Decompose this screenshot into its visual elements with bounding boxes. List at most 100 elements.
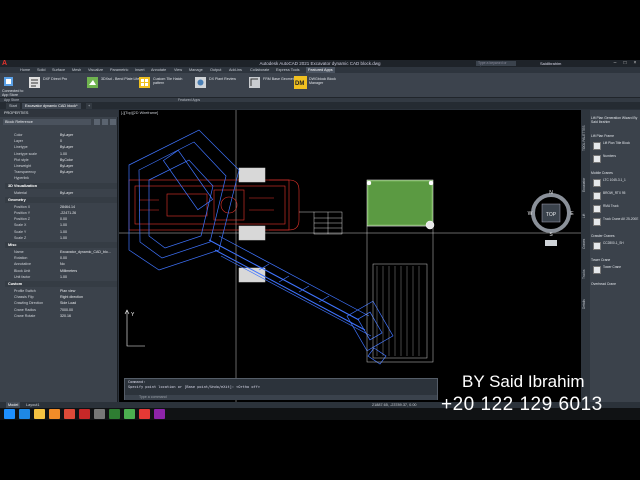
property-value[interactable]: Right direction: [60, 294, 116, 300]
section-3d-visualization[interactable]: 3D Visualization: [5, 182, 117, 189]
excel-icon[interactable]: [109, 409, 120, 419]
property-row-general[interactable]: Layer 0: [5, 138, 117, 144]
grid-app-icon[interactable]: [94, 409, 105, 419]
palette-tool-item[interactable]: CC2800-1_SH: [593, 241, 639, 251]
palette-tab-lift[interactable]: Lift: [582, 206, 589, 226]
viewcube[interactable]: TOP N S E W: [528, 190, 575, 246]
dxf-direct-button[interactable]: DXF Direct Pro: [28, 75, 88, 93]
property-value[interactable]: 1.00: [60, 235, 116, 241]
property-value[interactable]: 1.00: [60, 274, 116, 280]
property-row-custom[interactable]: Crane Rotate 320.16: [5, 313, 117, 319]
property-value[interactable]: 7000.00: [60, 307, 116, 313]
select-objects-icon[interactable]: [102, 119, 108, 125]
property-row-general[interactable]: Hyperlink: [5, 175, 117, 181]
property-row-misc[interactable]: Unit factor 1.00: [5, 274, 117, 280]
bend-plate-button[interactable]: 3DXsd - Bend Plate Lite: [86, 75, 139, 93]
property-row-general[interactable]: Plot style ByColor: [5, 157, 117, 163]
selection-dropdown[interactable]: Block Reference: [3, 119, 91, 125]
property-row-general[interactable]: Transparency ByLayer: [5, 169, 117, 175]
property-row-misc[interactable]: Annotative No: [5, 261, 117, 267]
property-value[interactable]: Excavator_dynamic_CAD_blo...: [60, 249, 116, 255]
property-row-custom[interactable]: Crane Radius 7000.00: [5, 307, 117, 313]
user-account[interactable]: SaidIbrahim: [540, 60, 561, 67]
palette-tool-item[interactable]: Numbers: [593, 154, 639, 164]
frm-base-button[interactable]: FRM Base Geometry: [248, 75, 297, 93]
property-value[interactable]: Millimeters: [60, 268, 116, 274]
palette-tool-item[interactable]: Tower Crane: [593, 265, 639, 275]
property-row-general[interactable]: Color ByLayer: [5, 132, 117, 138]
property-row-custom[interactable]: Profile Switch Plan view: [5, 288, 117, 294]
palette-tab-trucks[interactable]: Trucks: [582, 262, 589, 286]
palette-tab-cranes[interactable]: Cranes: [582, 232, 589, 256]
explorer-icon[interactable]: [34, 409, 45, 419]
property-row-geometry[interactable]: Scale Y 1.00: [5, 229, 117, 235]
palette-tab-details[interactable]: Details: [582, 292, 589, 316]
property-value[interactable]: ByLayer: [60, 190, 116, 196]
viewport-controls[interactable]: [-][Top][2D Wireframe]: [121, 111, 158, 115]
property-row-general[interactable]: Linetype scale 1.00: [5, 151, 117, 157]
block-manager-button[interactable]: DM DWGblock Block Manager: [294, 75, 350, 93]
maximize-icon[interactable]: □: [620, 60, 630, 67]
property-value[interactable]: 1.00: [60, 229, 116, 235]
property-row-custom[interactable]: Chassis Flip Right direction: [5, 294, 117, 300]
ie-icon[interactable]: [19, 409, 30, 419]
file-tab-drawing[interactable]: Excavator dynamic CAD block*: [22, 103, 81, 109]
new-tab-icon[interactable]: +: [86, 103, 93, 109]
app-store-button[interactable]: Connected to App Store: [2, 75, 26, 97]
property-row-custom[interactable]: Crawling Direction Side Load: [5, 300, 117, 306]
palette-tool-item[interactable]: Lift Plan Title Block: [593, 141, 639, 151]
property-row-viz[interactable]: Material ByLayer: [5, 190, 117, 196]
command-input[interactable]: Type a command: [125, 395, 437, 400]
chrome-icon[interactable]: [64, 409, 75, 419]
property-row-misc[interactable]: Block Unit Millimeters: [5, 268, 117, 274]
section-misc[interactable]: Misc: [5, 242, 117, 248]
property-value[interactable]: ByLayer: [60, 169, 116, 175]
custom-tile-hatch-button[interactable]: Custom Tile Hatch pattern: [138, 75, 198, 93]
property-value[interactable]: 1.00: [60, 222, 116, 228]
file-tab-start[interactable]: Start: [6, 103, 21, 109]
property-row-geometry[interactable]: Scale Z 1.00: [5, 235, 117, 241]
property-row-geometry[interactable]: Position Y -22471.26: [5, 210, 117, 216]
property-value[interactable]: 0: [60, 138, 116, 144]
property-value[interactable]: 0.00: [60, 216, 116, 222]
palette-tab-excavator[interactable]: Excavator: [582, 170, 589, 200]
media-player-icon[interactable]: [49, 409, 60, 419]
property-row-geometry[interactable]: Scale X 1.00: [5, 222, 117, 228]
close-icon[interactable]: ×: [630, 60, 640, 67]
section-geometry[interactable]: Geometry: [5, 196, 117, 203]
property-row-general[interactable]: Linetype ByLayer: [5, 144, 117, 150]
autocad-icon[interactable]: [79, 409, 90, 419]
property-row-geometry[interactable]: Position X 28464.14: [5, 204, 117, 210]
quick-select-icon[interactable]: [110, 119, 116, 125]
property-value[interactable]: 1.00: [60, 151, 116, 157]
property-value[interactable]: -22471.26: [60, 210, 116, 216]
palette-tool-item[interactable]: BROW_RTX 95: [593, 191, 639, 201]
palette-tool-item[interactable]: RMA Truck: [593, 204, 639, 214]
minimize-icon[interactable]: –: [610, 60, 620, 67]
property-value[interactable]: Plan view: [60, 288, 116, 294]
drawing-canvas[interactable]: TOP N S E W Y [-][Top][2D Wireframe]: [119, 110, 581, 402]
section-custom[interactable]: Custom: [5, 281, 117, 287]
property-value[interactable]: ByLayer: [60, 163, 116, 169]
property-value[interactable]: ByLayer: [60, 132, 116, 138]
property-value[interactable]: 0.00: [60, 255, 116, 261]
property-row-geometry[interactable]: Position Z 0.00: [5, 216, 117, 222]
video-editor-icon[interactable]: [154, 409, 165, 419]
search-input[interactable]: Type a keyword or phrase: [476, 61, 516, 70]
property-value[interactable]: Side Load: [60, 300, 116, 306]
property-value[interactable]: No: [60, 261, 116, 267]
camtasia-icon[interactable]: [124, 409, 135, 419]
property-row-general[interactable]: Lineweight ByLayer: [5, 163, 117, 169]
windows-start-icon[interactable]: [4, 409, 15, 419]
property-value[interactable]: 320.16: [60, 313, 116, 319]
property-row-misc[interactable]: Name Excavator_dynamic_CAD_blo...: [5, 249, 117, 255]
property-value[interactable]: ByColor: [60, 157, 116, 163]
record-icon[interactable]: [139, 409, 150, 419]
palette-tool-item[interactable]: Truck Crane AK 25-200E: [593, 217, 639, 227]
property-value[interactable]: 28464.14: [60, 204, 116, 210]
property-value[interactable]: ByLayer: [60, 144, 116, 150]
toggle-pickadd-icon[interactable]: [94, 119, 100, 125]
dx-plant-review-button[interactable]: DX Plant Review: [194, 75, 254, 93]
property-row-misc[interactable]: Rotation 0.00: [5, 255, 117, 261]
palette-tool-item[interactable]: LTC 1045-3.1_1: [593, 178, 639, 188]
